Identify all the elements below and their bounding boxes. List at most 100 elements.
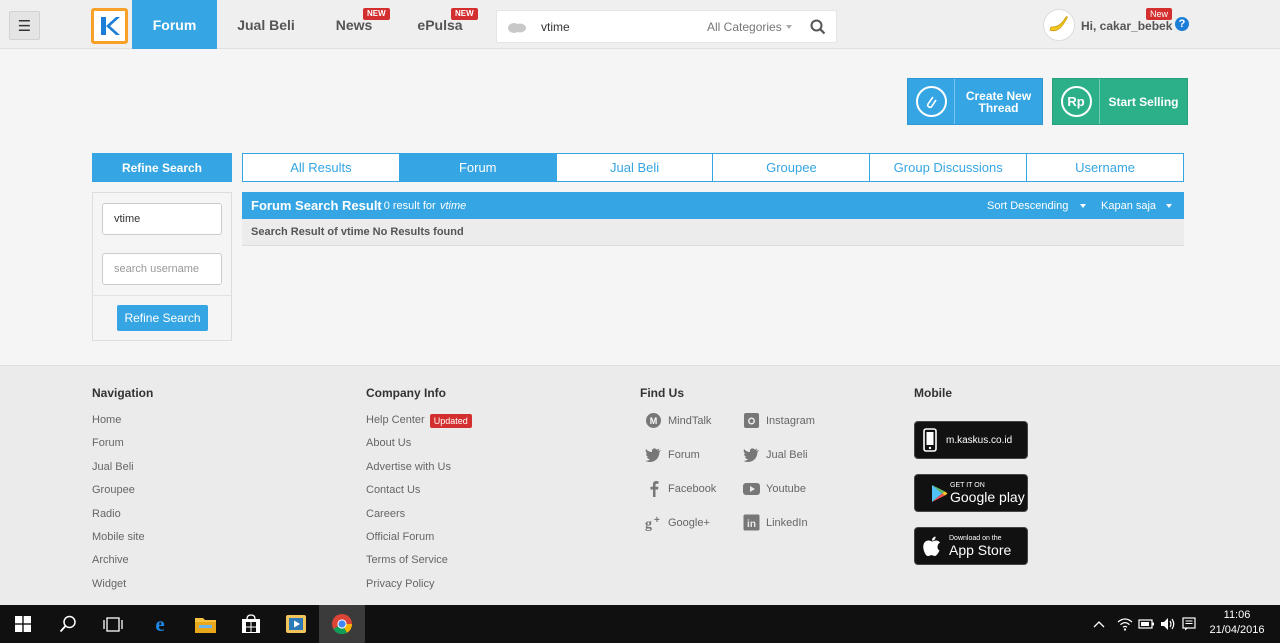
taskbar-search-icon[interactable] xyxy=(45,605,91,643)
footer: Navigation Home Forum Jual Beli Groupee … xyxy=(0,365,1280,605)
media-player-icon[interactable] xyxy=(273,605,319,643)
create-thread-button[interactable]: Create New Thread xyxy=(907,78,1043,125)
footer-link[interactable]: Careers xyxy=(366,508,472,531)
tab-group-discussions[interactable]: Group Discussions xyxy=(870,154,1028,181)
footer-link[interactable]: Radio xyxy=(92,508,153,531)
app-store-button[interactable]: Download on the App Store xyxy=(914,527,1028,565)
category-select[interactable]: All Categories xyxy=(707,20,782,34)
footer-find-us: Find Us xyxy=(640,386,684,414)
social-label: Forum xyxy=(668,448,700,461)
linkedin-icon: in xyxy=(743,514,760,531)
tab-jual-beli[interactable]: Jual Beli xyxy=(557,154,714,181)
wifi-icon[interactable] xyxy=(1117,605,1133,643)
create-thread-icon-wrap xyxy=(908,79,955,124)
footer-link[interactable]: Archive xyxy=(92,554,153,577)
google-play-big: Google play xyxy=(950,488,1025,505)
footer-link[interactable]: Contact Us xyxy=(366,484,472,507)
news-new-badge: NEW xyxy=(363,8,390,20)
keyword-input[interactable] xyxy=(102,203,222,235)
social-label: Youtube xyxy=(766,482,806,495)
footer-link[interactable]: Official Forum xyxy=(366,531,472,554)
sort-select[interactable]: Sort Descending xyxy=(987,200,1068,212)
tab-forum[interactable]: Forum xyxy=(399,154,557,181)
app-store-big: App Store xyxy=(949,541,1012,558)
nav-forum[interactable]: Forum xyxy=(132,0,217,49)
result-header: Forum Search Result - 0 result for vtime… xyxy=(242,192,1184,219)
user-greeting[interactable]: Hi, cakar_bebek xyxy=(1081,19,1172,33)
svg-text:g: g xyxy=(645,517,652,531)
footer-link[interactable]: Jual Beli xyxy=(92,461,153,484)
taskbar-clock[interactable]: 11:06 21/04/2016 xyxy=(1200,608,1274,638)
file-explorer-icon[interactable] xyxy=(182,605,228,643)
footer-link[interactable]: About Us xyxy=(366,437,472,460)
username-input[interactable] xyxy=(102,253,222,285)
tab-username[interactable]: Username xyxy=(1027,154,1183,181)
result-query: vtime xyxy=(440,200,467,212)
store-icon[interactable] xyxy=(228,605,274,643)
start-selling-icon-wrap: Rp xyxy=(1053,79,1100,124)
start-selling-label: Start Selling xyxy=(1108,94,1179,109)
chrome-icon[interactable] xyxy=(319,605,365,643)
social-googleplus[interactable]: g + Google+ xyxy=(645,514,710,531)
nav-jual-beli[interactable]: Jual Beli xyxy=(222,0,310,49)
google-play-button[interactable]: GET IT ON Google play xyxy=(914,474,1028,512)
social-mindtalk[interactable]: M MindTalk xyxy=(645,412,711,429)
social-label: Jual Beli xyxy=(766,448,808,461)
search-icon[interactable] xyxy=(810,19,826,35)
notifications-icon[interactable] xyxy=(1182,605,1196,643)
social-twitter-forum[interactable]: Forum xyxy=(645,446,700,463)
social-twitter-jual-beli[interactable]: Jual Beli xyxy=(743,446,808,463)
create-thread-label: Create New Thread xyxy=(965,88,1032,115)
kaskus-logo[interactable] xyxy=(91,8,128,44)
refine-search-button[interactable]: Refine Search xyxy=(117,305,208,331)
mobile-site-button[interactable]: m.kaskus.co.id xyxy=(914,421,1028,459)
social-youtube[interactable]: Youtube xyxy=(743,480,806,497)
social-linkedin[interactable]: in LinkedIn xyxy=(743,514,808,531)
social-instagram[interactable]: Instagram xyxy=(743,412,815,429)
start-selling-button[interactable]: Rp Start Selling xyxy=(1052,78,1188,125)
footer-link[interactable]: Privacy Policy xyxy=(366,578,472,601)
nav-epulsa[interactable]: ePulsa NEW xyxy=(400,0,480,49)
social-label: Google+ xyxy=(668,516,710,529)
banana-avatar-icon xyxy=(1049,16,1068,32)
mindtalk-icon: M xyxy=(645,412,662,429)
tab-all-results[interactable]: All Results xyxy=(243,154,400,181)
task-view-icon[interactable] xyxy=(90,605,136,643)
help-icon[interactable]: ? xyxy=(1175,17,1189,31)
footer-mobile: Mobile xyxy=(914,386,952,414)
help-center-label: Help Center xyxy=(366,414,425,426)
updated-badge: Updated xyxy=(429,414,472,428)
result-tabs: All Results Forum Jual Beli Groupee Grou… xyxy=(242,153,1184,182)
nav-jual-beli-label: Jual Beli xyxy=(237,16,295,33)
footer-link[interactable]: Groupee xyxy=(92,484,153,507)
footer-link[interactable]: Advertise with Us xyxy=(366,461,472,484)
footer-link[interactable]: Forum xyxy=(92,437,153,460)
time-select[interactable]: Kapan saja xyxy=(1101,200,1156,212)
footer-link-help-center[interactable]: Help Center Updated xyxy=(366,414,472,437)
nav-forum-label: Forum xyxy=(152,16,197,33)
volume-icon[interactable] xyxy=(1160,605,1176,643)
nav-news[interactable]: News NEW xyxy=(318,0,390,49)
footer-link[interactable]: Widget xyxy=(92,578,153,601)
footer-link[interactable]: Home xyxy=(92,414,153,437)
svg-text:M: M xyxy=(650,416,658,426)
windows-start-icon[interactable] xyxy=(0,605,46,643)
footer-link[interactable]: Mobile site xyxy=(92,531,153,554)
no-results-message: Search Result of vtime No Results found xyxy=(242,219,1184,246)
edge-browser-icon[interactable]: e xyxy=(137,605,183,643)
chevron-down-icon xyxy=(786,25,792,29)
footer-find-us-title: Find Us xyxy=(640,386,684,400)
social-facebook[interactable]: Facebook xyxy=(645,480,716,497)
windows-taskbar: e 11:06 21/04/2016 xyxy=(0,605,1280,643)
search-input[interactable] xyxy=(541,16,691,38)
avatar[interactable] xyxy=(1043,9,1075,41)
footer-link[interactable]: Terms of Service xyxy=(366,554,472,577)
tray-chevron-up-icon[interactable] xyxy=(1093,605,1105,643)
battery-icon[interactable] xyxy=(1138,605,1155,643)
footer-company: Company Info Help Center Updated About U… xyxy=(366,386,472,601)
clock-time: 11:06 xyxy=(1223,609,1251,621)
google-play-icon xyxy=(932,484,948,502)
apple-icon xyxy=(923,536,940,556)
tab-groupee[interactable]: Groupee xyxy=(713,154,871,181)
hamburger-icon[interactable]: ☰ xyxy=(9,11,40,40)
